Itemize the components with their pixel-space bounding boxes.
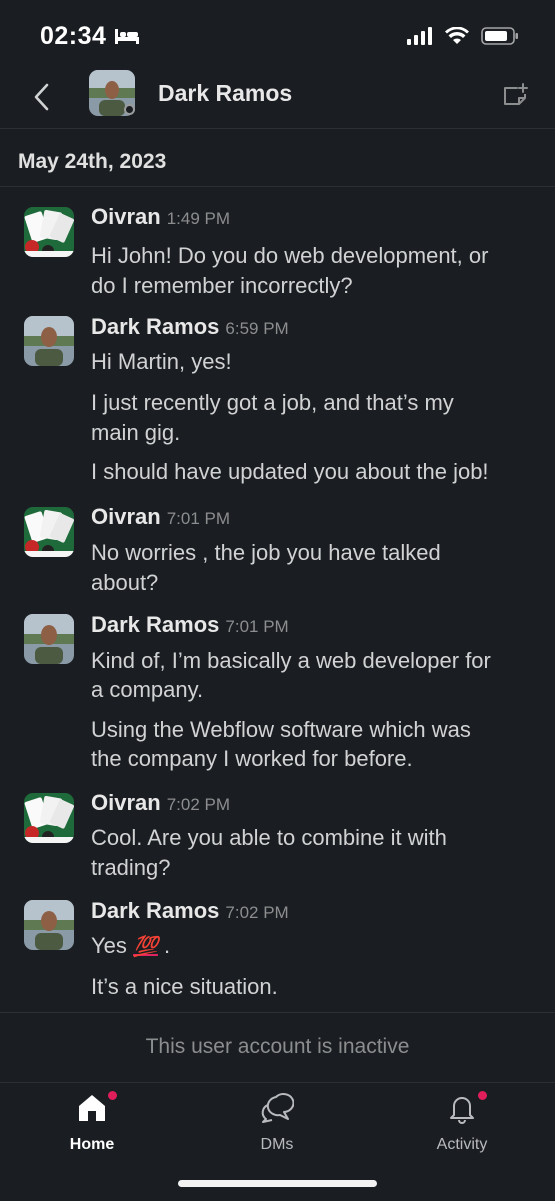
inactive-account-notice: This user account is inactive bbox=[0, 1012, 555, 1083]
author-name[interactable]: Dark Ramos bbox=[91, 898, 219, 923]
message-time: 7:01 PM bbox=[225, 617, 289, 636]
author-name[interactable]: Dark Ramos bbox=[91, 612, 219, 637]
canvas-icon[interactable] bbox=[499, 80, 529, 110]
message-meta: Dark Ramos 7:01 PM bbox=[91, 612, 289, 638]
status-time: 02:34 bbox=[40, 22, 107, 50]
date-divider: May 24th, 2023 bbox=[0, 130, 555, 187]
message-text: Cool. Are you able to combine it with bbox=[91, 825, 447, 850]
person-photo-avatar[interactable] bbox=[24, 900, 74, 950]
poker-cards-avatar[interactable] bbox=[24, 793, 74, 843]
presence-indicator bbox=[124, 104, 135, 115]
tab-home[interactable]: Home bbox=[32, 1091, 152, 1154]
message-meta: Oivran 1:49 PM bbox=[91, 204, 230, 230]
message-meta: Dark Ramos 6:59 PM bbox=[91, 314, 289, 340]
poker-cards-avatar[interactable] bbox=[24, 207, 74, 257]
date-label: May 24th, 2023 bbox=[18, 150, 167, 173]
message-time: 7:02 PM bbox=[225, 903, 289, 922]
person-photo-avatar[interactable] bbox=[24, 316, 74, 366]
hundred-points-emoji: 💯 bbox=[133, 936, 158, 958]
message-text: do I remember incorrectly? bbox=[91, 273, 353, 298]
tab-dms[interactable]: DMs bbox=[217, 1091, 337, 1154]
tab-label: Activity bbox=[436, 1136, 488, 1153]
wifi-icon bbox=[445, 27, 469, 44]
author-name[interactable]: Oivran bbox=[91, 504, 161, 529]
battery-icon bbox=[481, 27, 518, 45]
cellular-signal-icon bbox=[407, 27, 432, 45]
author-name[interactable]: Oivran bbox=[91, 790, 161, 815]
message-text: Using the Webflow software which was bbox=[91, 717, 471, 742]
bell-icon bbox=[450, 1097, 474, 1124]
home-indicator bbox=[178, 1180, 377, 1187]
message-text: I should have updated you about the job! bbox=[91, 459, 489, 484]
message-text: Kind of, I’m basically a web developer f… bbox=[91, 648, 491, 673]
message-text: trading? bbox=[91, 855, 171, 880]
person-photo-avatar[interactable] bbox=[24, 614, 74, 664]
message-text: main gig. bbox=[91, 420, 181, 445]
author-name[interactable]: Dark Ramos bbox=[91, 314, 219, 339]
message-time: 7:02 PM bbox=[166, 795, 231, 814]
message-time: 1:49 PM bbox=[166, 209, 231, 228]
notification-badge bbox=[478, 1091, 487, 1100]
message-text: Yes 💯 . bbox=[91, 931, 536, 962]
tab-label: Home bbox=[69, 1136, 115, 1153]
message-text: about? bbox=[91, 570, 159, 595]
conversation-header: Dark Ramos bbox=[0, 64, 555, 129]
message-text: a company. bbox=[91, 677, 204, 702]
message-meta: Oivran 7:01 PM bbox=[91, 504, 230, 530]
message-text: I just recently got a job, and that’s my bbox=[91, 390, 454, 415]
message-text-yes: Yes bbox=[91, 933, 127, 958]
message-text: No worries , the job you have talked bbox=[91, 540, 441, 565]
message-text: It’s a nice situation. bbox=[91, 974, 278, 999]
notification-badge bbox=[108, 1091, 117, 1100]
tab-label: DMs bbox=[260, 1136, 294, 1153]
author-name[interactable]: Oivran bbox=[91, 204, 161, 229]
message-meta: Dark Ramos 7:02 PM bbox=[91, 898, 289, 924]
sleep-focus-icon bbox=[115, 29, 139, 44]
poker-cards-avatar[interactable] bbox=[24, 507, 74, 557]
inactive-notice-text: This user account is inactive bbox=[145, 1035, 410, 1058]
message-text: Hi Martin, yes! bbox=[91, 349, 232, 374]
contact-name[interactable]: Dark Ramos bbox=[158, 80, 292, 107]
message-time: 7:01 PM bbox=[166, 509, 231, 528]
home-icon bbox=[79, 1095, 105, 1121]
message-meta: Oivran 7:02 PM bbox=[91, 790, 230, 816]
dms-icon bbox=[261, 1093, 295, 1123]
message-text: the company I worked for before. bbox=[91, 746, 413, 771]
tab-activity[interactable]: Activity bbox=[402, 1091, 522, 1154]
message-time: 6:59 PM bbox=[225, 319, 289, 338]
message-text-period: . bbox=[164, 933, 171, 958]
back-chevron-icon[interactable] bbox=[28, 80, 58, 114]
status-bar: 02:34 bbox=[0, 0, 555, 64]
message-text: Hi John! Do you do web development, or bbox=[91, 243, 489, 268]
